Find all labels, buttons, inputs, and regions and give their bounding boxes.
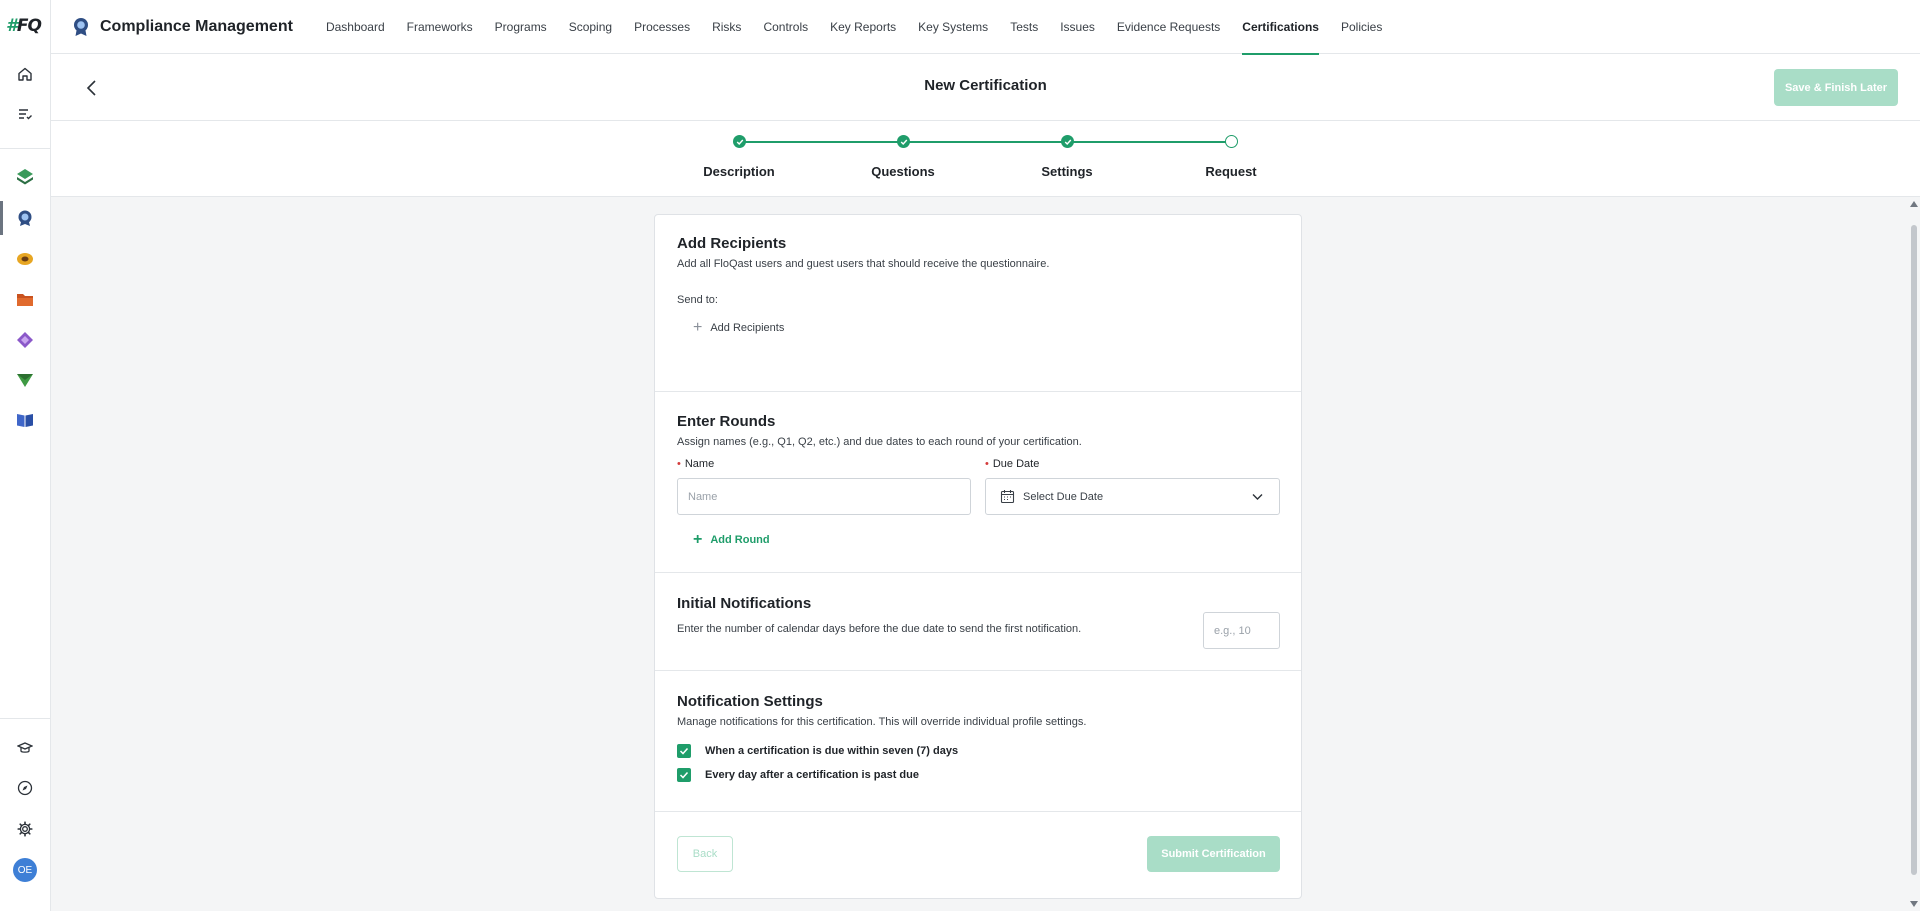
step-label-questions[interactable]: Questions <box>843 164 963 179</box>
notify-due-soon-label: When a certification is due within seven… <box>705 745 959 757</box>
scroll-down-arrow-icon[interactable] <box>1910 901 1918 907</box>
checkbox-checked-icon[interactable] <box>677 744 691 758</box>
step-dot-settings[interactable] <box>1061 135 1074 148</box>
nav-tab-policies[interactable]: Policies <box>1330 0 1393 54</box>
home-icon[interactable] <box>12 61 38 87</box>
step-label-request[interactable]: Request <box>1171 164 1291 179</box>
rounds-description: Assign names (e.g., Q1, Q2, etc.) and du… <box>677 436 1082 448</box>
top-navigation: Compliance Management Dashboard Framewor… <box>51 0 1920 55</box>
nav-tab-tests[interactable]: Tests <box>999 0 1049 54</box>
rounds-title: Enter Rounds <box>677 413 776 430</box>
app-title: Compliance Management <box>100 17 293 35</box>
round-name-input[interactable] <box>677 478 971 515</box>
chevron-down-icon <box>1252 493 1263 501</box>
nav-tab-frameworks[interactable]: Frameworks <box>396 0 484 54</box>
learning-icon[interactable] <box>12 735 38 761</box>
add-recipients-button[interactable]: + Add Recipients <box>693 320 784 336</box>
step-dot-request[interactable] <box>1225 135 1238 148</box>
floqast-logo[interactable]: #FQ <box>6 16 44 38</box>
nav-tab-certifications[interactable]: Certifications <box>1231 0 1330 55</box>
notify-past-due-label: Every day after a certification is past … <box>705 769 919 781</box>
recipients-section: Add Recipients Add all FloQast users and… <box>655 215 1301 392</box>
active-indicator <box>0 201 3 235</box>
nav-tab-dashboard[interactable]: Dashboard <box>315 0 396 54</box>
initial-notifications-section: Initial Notifications Enter the number o… <box>655 573 1301 671</box>
rail-divider <box>0 148 51 149</box>
back-button[interactable]: Back <box>677 836 733 872</box>
step-dot-questions[interactable] <box>897 135 910 148</box>
nav-tabs: Dashboard Frameworks Programs Scoping Pr… <box>315 0 1393 55</box>
initial-notifications-description: Enter the number of calendar days before… <box>677 623 1082 635</box>
plus-icon: + <box>693 531 703 548</box>
nav-tab-issues[interactable]: Issues <box>1049 0 1106 54</box>
nav-tab-programs[interactable]: Programs <box>484 0 558 54</box>
page-title: New Certification <box>924 77 1047 94</box>
compass-icon[interactable] <box>12 775 38 801</box>
app-send-icon[interactable] <box>12 367 38 393</box>
initial-notifications-title: Initial Notifications <box>677 595 812 612</box>
app-compliance-icon[interactable] <box>12 205 38 231</box>
nav-tab-evidence-requests[interactable]: Evidence Requests <box>1106 0 1231 54</box>
step-label-settings[interactable]: Settings <box>1007 164 1127 179</box>
page-header: New Certification Save & Finish Later <box>51 55 1920 121</box>
notify-past-due-option[interactable]: Every day after a certification is past … <box>677 768 919 782</box>
calendar-icon <box>1000 489 1015 504</box>
nav-tab-processes[interactable]: Processes <box>623 0 701 54</box>
name-field-label: • Name <box>677 458 715 470</box>
vertical-scrollbar[interactable] <box>1908 197 1920 911</box>
nav-tab-scoping[interactable]: Scoping <box>558 0 623 54</box>
app-close-icon[interactable] <box>12 164 38 190</box>
content-area: Add Recipients Add all FloQast users and… <box>51 197 1908 911</box>
add-recipients-label: Add Recipients <box>710 322 785 334</box>
nav-tab-key-systems[interactable]: Key Systems <box>907 0 999 54</box>
settings-gear-icon[interactable] <box>12 816 38 842</box>
step-label-description[interactable]: Description <box>679 164 799 179</box>
notification-settings-description: Manage notifications for this certificat… <box>677 716 1087 728</box>
progress-stepper: Description Questions Settings Request <box>51 122 1920 197</box>
scroll-up-arrow-icon[interactable] <box>1910 201 1918 207</box>
app-analytics-icon[interactable] <box>12 327 38 353</box>
app-folder-icon[interactable] <box>12 286 38 312</box>
compliance-app-icon <box>72 17 90 37</box>
save-finish-later-button[interactable]: Save & Finish Later <box>1774 69 1898 106</box>
due-date-placeholder: Select Due Date <box>1023 490 1104 503</box>
stepper-track <box>739 141 1231 143</box>
app-reconciliation-icon[interactable] <box>12 246 38 272</box>
task-list-icon[interactable] <box>12 101 38 127</box>
rail-divider-bottom <box>0 718 51 719</box>
nav-tab-key-reports[interactable]: Key Reports <box>819 0 907 54</box>
plus-icon: + <box>693 319 703 336</box>
add-round-button[interactable]: + Add Round <box>693 532 770 548</box>
due-date-select[interactable]: Select Due Date <box>985 478 1280 515</box>
scroll-thumb[interactable] <box>1911 225 1917 875</box>
rounds-section: Enter Rounds Assign names (e.g., Q1, Q2,… <box>655 392 1301 573</box>
left-rail: #FQ OE <box>0 0 51 911</box>
send-to-label: Send to: <box>677 294 718 306</box>
recipients-description: Add all FloQast users and guest users th… <box>677 258 1050 270</box>
due-date-field-label: • Due Date <box>985 458 1040 470</box>
notification-settings-title: Notification Settings <box>677 693 823 710</box>
certification-form-card: Add Recipients Add all FloQast users and… <box>654 214 1302 899</box>
nav-tab-controls[interactable]: Controls <box>752 0 819 54</box>
user-avatar[interactable]: OE <box>12 857 38 883</box>
app-book-icon[interactable] <box>12 407 38 433</box>
notification-settings-section: Notification Settings Manage notificatio… <box>655 671 1301 812</box>
form-footer: Back Submit Certification <box>655 812 1301 898</box>
nav-tab-risks[interactable]: Risks <box>701 0 752 54</box>
notification-days-input[interactable] <box>1203 612 1280 649</box>
step-dot-description[interactable] <box>733 135 746 148</box>
checkbox-checked-icon[interactable] <box>677 768 691 782</box>
submit-certification-button[interactable]: Submit Certification <box>1147 836 1280 872</box>
add-round-label: Add Round <box>710 534 770 546</box>
recipients-title: Add Recipients <box>677 235 787 252</box>
notify-due-soon-option[interactable]: When a certification is due within seven… <box>677 744 958 758</box>
